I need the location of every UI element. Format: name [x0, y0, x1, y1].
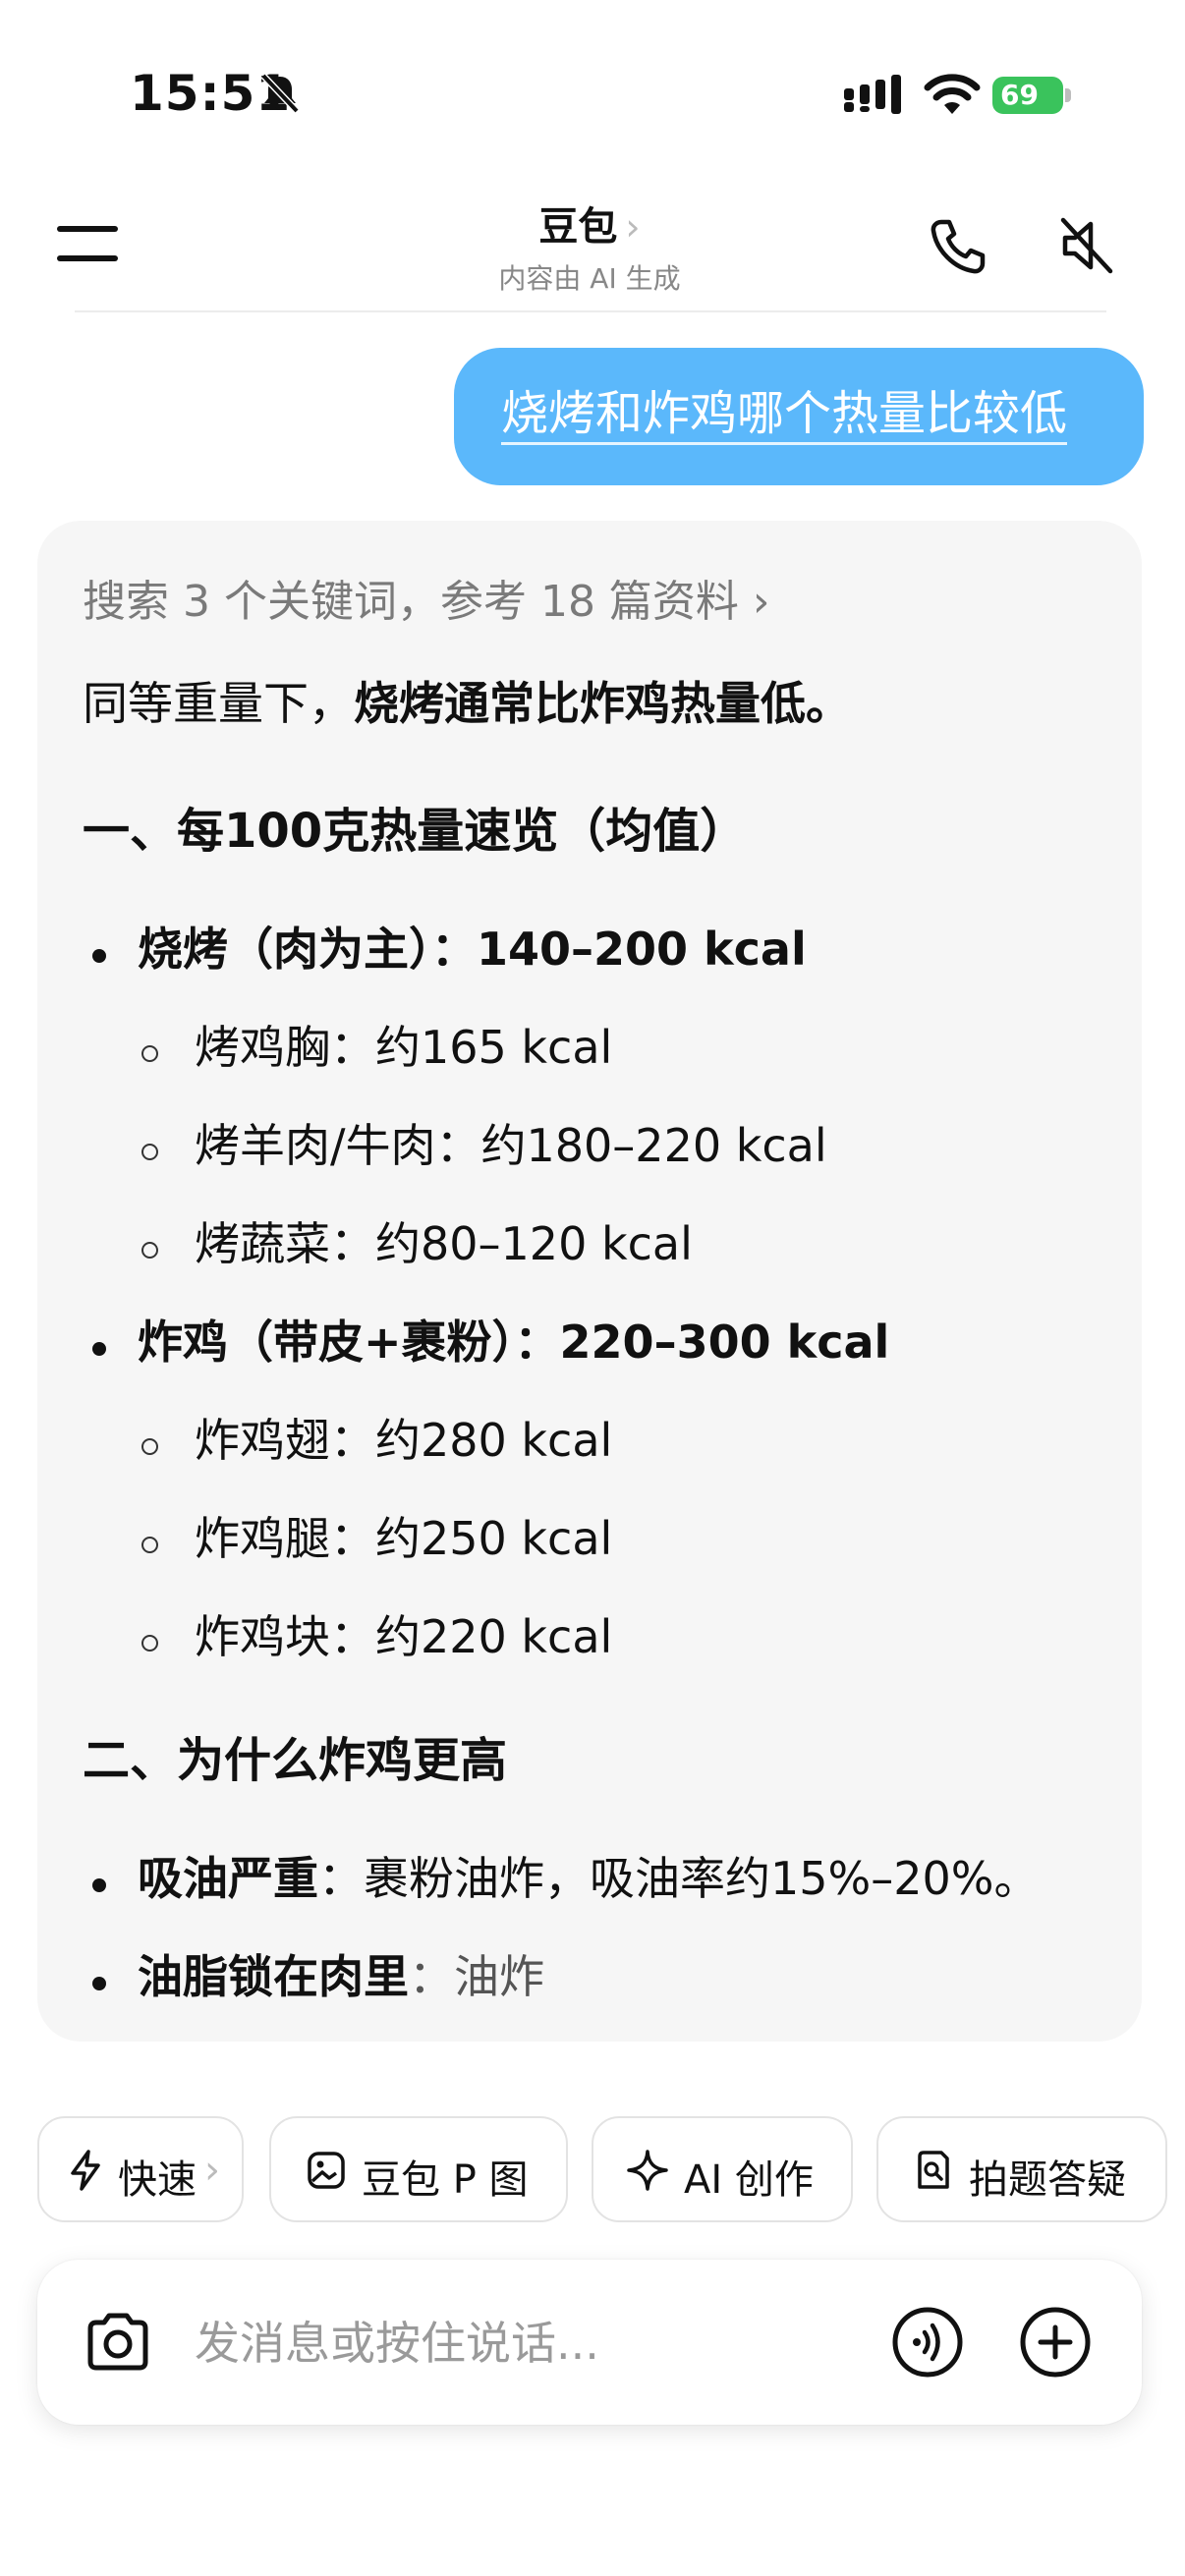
- section-heading: 二、为什么炸鸡更高: [83, 1733, 508, 1788]
- list-item-heading: 烧烤（肉为主）：140–200 kcal: [138, 923, 807, 976]
- menu-icon[interactable]: [57, 224, 118, 263]
- camera-icon[interactable]: [81, 2305, 155, 2380]
- list-item: 烤羊肉/牛肉：约180–220 kcal: [195, 1119, 827, 1172]
- bullet: [92, 949, 106, 963]
- signal-icon: [844, 75, 901, 114]
- wifi-icon: [924, 74, 981, 114]
- list-item: 炸鸡翅：约280 kcal: [195, 1414, 613, 1467]
- chip-ai-create[interactable]: AI 创作: [592, 2116, 853, 2222]
- plus-icon[interactable]: [1018, 2305, 1093, 2380]
- bell-muted-icon: [260, 73, 300, 114]
- lightning-icon: [71, 2150, 100, 2191]
- assistant-answer-card: 搜索 3 个关键词，参考 18 篇资料 › 同等重量下，烧烤通常比炸鸡热量低。 …: [37, 521, 1142, 2042]
- user-message-bubble[interactable]: 烧烤和炸鸡哪个热量比较低: [454, 348, 1144, 485]
- search-summary-link[interactable]: 搜索 3 个关键词，参考 18 篇资料 ›: [83, 566, 770, 629]
- chat-title[interactable]: 豆包 ›: [393, 195, 786, 252]
- section-heading: 一、每100克热量速览（均值）: [83, 804, 748, 859]
- bullet: [92, 1977, 106, 1990]
- chip-photo-question[interactable]: 拍题答疑: [876, 2116, 1167, 2222]
- chip-image-edit[interactable]: 豆包 P 图: [269, 2116, 568, 2222]
- list-item: 吸油严重：裹粉油炸，吸油率约15%–20%。: [138, 1852, 1040, 1905]
- speaker-mute-icon[interactable]: [1057, 214, 1116, 277]
- voice-icon[interactable]: [890, 2305, 965, 2380]
- bullet: [92, 1342, 106, 1356]
- list-item: 烤鸡胸：约165 kcal: [195, 1021, 613, 1074]
- battery-indicator: 69: [992, 77, 1071, 114]
- sub-bullet: [141, 1144, 158, 1160]
- sparkle-icon: [627, 2150, 668, 2191]
- user-message-text: 烧烤和炸鸡哪个热量比较低: [501, 387, 1068, 445]
- message-input-bar: [37, 2260, 1142, 2425]
- image-edit-icon: [308, 2152, 345, 2189]
- bot-name: 豆包: [538, 204, 618, 250]
- list-item: 炸鸡块：约220 kcal: [195, 1610, 613, 1663]
- chevron-right-icon: ›: [625, 205, 641, 249]
- sub-bullet: [141, 1242, 158, 1259]
- answer-intro-bold: 烧烤通常比炸鸡热量低。: [354, 677, 851, 730]
- phone-icon[interactable]: [928, 216, 988, 277]
- answer-intro: 同等重量下，烧烤通常比炸鸡热量低。: [83, 677, 851, 730]
- message-input[interactable]: [193, 2311, 884, 2376]
- sub-bullet: [141, 1045, 158, 1062]
- header-divider: [75, 310, 1106, 312]
- search-doc-icon: [918, 2151, 949, 2189]
- list-item-heading: 炸鸡（带皮+裹粉）：220–300 kcal: [138, 1316, 890, 1369]
- battery-level: 69: [992, 77, 1063, 114]
- sub-bullet: [141, 1438, 158, 1455]
- chevron-right-icon: ›: [204, 2148, 220, 2193]
- bullet: [92, 1878, 106, 1892]
- list-item: 炸鸡腿：约250 kcal: [195, 1512, 613, 1565]
- sub-bullet: [141, 1635, 158, 1652]
- list-item: 油脂锁在肉里：油炸: [138, 1950, 544, 2003]
- ai-disclaimer: 内容由 AI 生成: [498, 262, 681, 295]
- list-item: 烤蔬菜：约80–120 kcal: [195, 1217, 693, 1270]
- sub-bullet: [141, 1537, 158, 1553]
- chip-fast-mode[interactable]: 快速 ›: [37, 2116, 244, 2222]
